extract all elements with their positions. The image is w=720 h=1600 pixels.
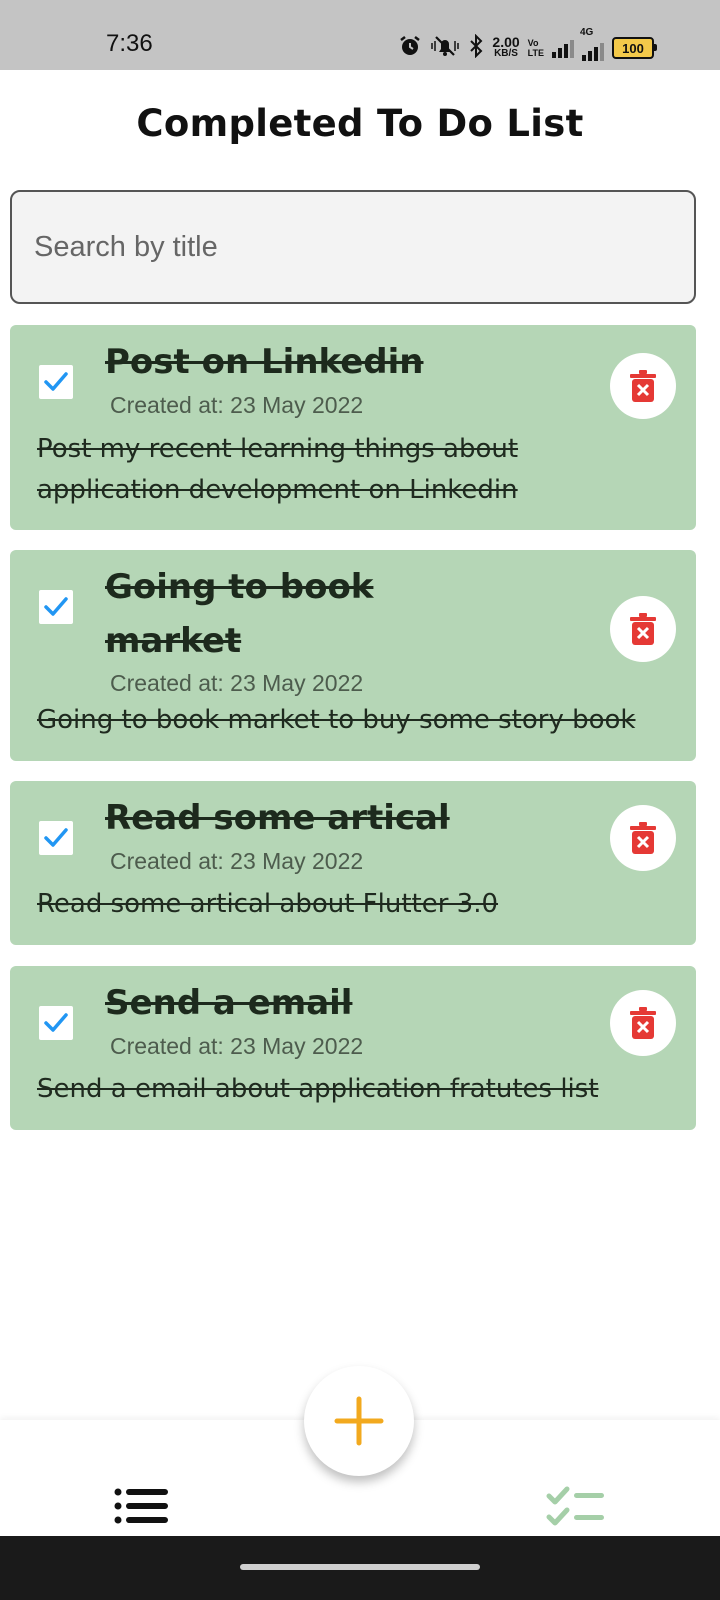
volte-top: Vo <box>527 38 539 48</box>
todo-title: Post on Linkedin <box>105 342 424 382</box>
status-time: 7:36 <box>106 30 153 57</box>
battery-level: 100 <box>622 40 644 56</box>
todo-title: Going to book market <box>105 567 374 661</box>
search-box[interactable] <box>10 190 696 304</box>
todo-description: Read some artical about Flutter 3.0 <box>37 889 499 919</box>
signal-icon <box>552 38 574 58</box>
delete-button[interactable] <box>610 990 676 1056</box>
mute-vibrate-icon <box>430 34 460 63</box>
todo-card[interactable]: Read some artical Created at: 23 May 202… <box>10 781 696 945</box>
todo-description: Send a email about application fratutes … <box>37 1074 599 1104</box>
status-bar: 7:36 2.00 KB/S Vo LTE 4G 100 <box>0 0 720 70</box>
todo-created-date: Created at: 23 May 2022 <box>110 392 364 418</box>
network-type: 4G <box>580 27 594 38</box>
todo-created-date: Created at: 23 May 2022 <box>110 848 364 874</box>
todo-title: Read some artical <box>105 798 450 838</box>
status-icons: 2.00 KB/S Vo LTE 4G 100 <box>398 27 657 63</box>
todo-card[interactable]: Post on Linkedin Created at: 23 May 2022… <box>10 325 696 530</box>
network-speed: 2.00 KB/S <box>492 34 520 59</box>
todo-card[interactable]: Going to book market Created at: 23 May … <box>10 550 696 761</box>
trash-icon <box>630 370 656 402</box>
nav-completed-list[interactable] <box>546 1486 606 1532</box>
delete-button[interactable] <box>610 805 676 871</box>
completed-checkbox[interactable] <box>39 821 73 855</box>
check-icon <box>44 1013 68 1032</box>
bluetooth-icon <box>468 33 484 63</box>
search-input[interactable] <box>12 192 694 302</box>
completed-checkbox[interactable] <box>39 590 73 624</box>
add-todo-button[interactable] <box>304 1366 414 1476</box>
todo-description: Post my recent learning things about app… <box>37 434 519 505</box>
trash-icon <box>630 613 656 645</box>
battery-icon: 100 <box>612 37 657 59</box>
speed-value: 2.00 <box>492 34 520 50</box>
speed-unit: KB/S <box>494 48 518 59</box>
check-icon <box>44 597 68 616</box>
checklist-icon <box>546 1486 604 1526</box>
volte-indicator: Vo LTE <box>528 38 544 58</box>
page-title: Completed To Do List <box>136 102 584 145</box>
nav-todo-list[interactable] <box>114 1488 170 1528</box>
alarm-icon <box>398 34 422 63</box>
mobile-data-icon: 4G <box>580 27 604 61</box>
todo-title: Send a email <box>105 983 353 1023</box>
trash-icon <box>630 822 656 854</box>
todo-created-date: Created at: 23 May 2022 <box>110 670 364 696</box>
plus-icon <box>334 1396 384 1446</box>
completed-checkbox[interactable] <box>39 1006 73 1040</box>
todo-card[interactable]: Send a email Created at: 23 May 2022 Sen… <box>10 966 696 1130</box>
check-icon <box>44 828 68 847</box>
home-indicator[interactable] <box>240 1564 480 1570</box>
volte-bottom: LTE <box>527 48 544 58</box>
list-icon <box>114 1488 168 1524</box>
signal-2-icon <box>582 41 604 61</box>
todo-description: Going to book market to buy some story b… <box>37 705 636 735</box>
todo-created-date: Created at: 23 May 2022 <box>110 1033 364 1059</box>
completed-checkbox[interactable] <box>39 365 73 399</box>
check-icon <box>44 372 68 391</box>
delete-button[interactable] <box>610 353 676 419</box>
delete-button[interactable] <box>610 596 676 662</box>
trash-icon <box>630 1007 656 1039</box>
